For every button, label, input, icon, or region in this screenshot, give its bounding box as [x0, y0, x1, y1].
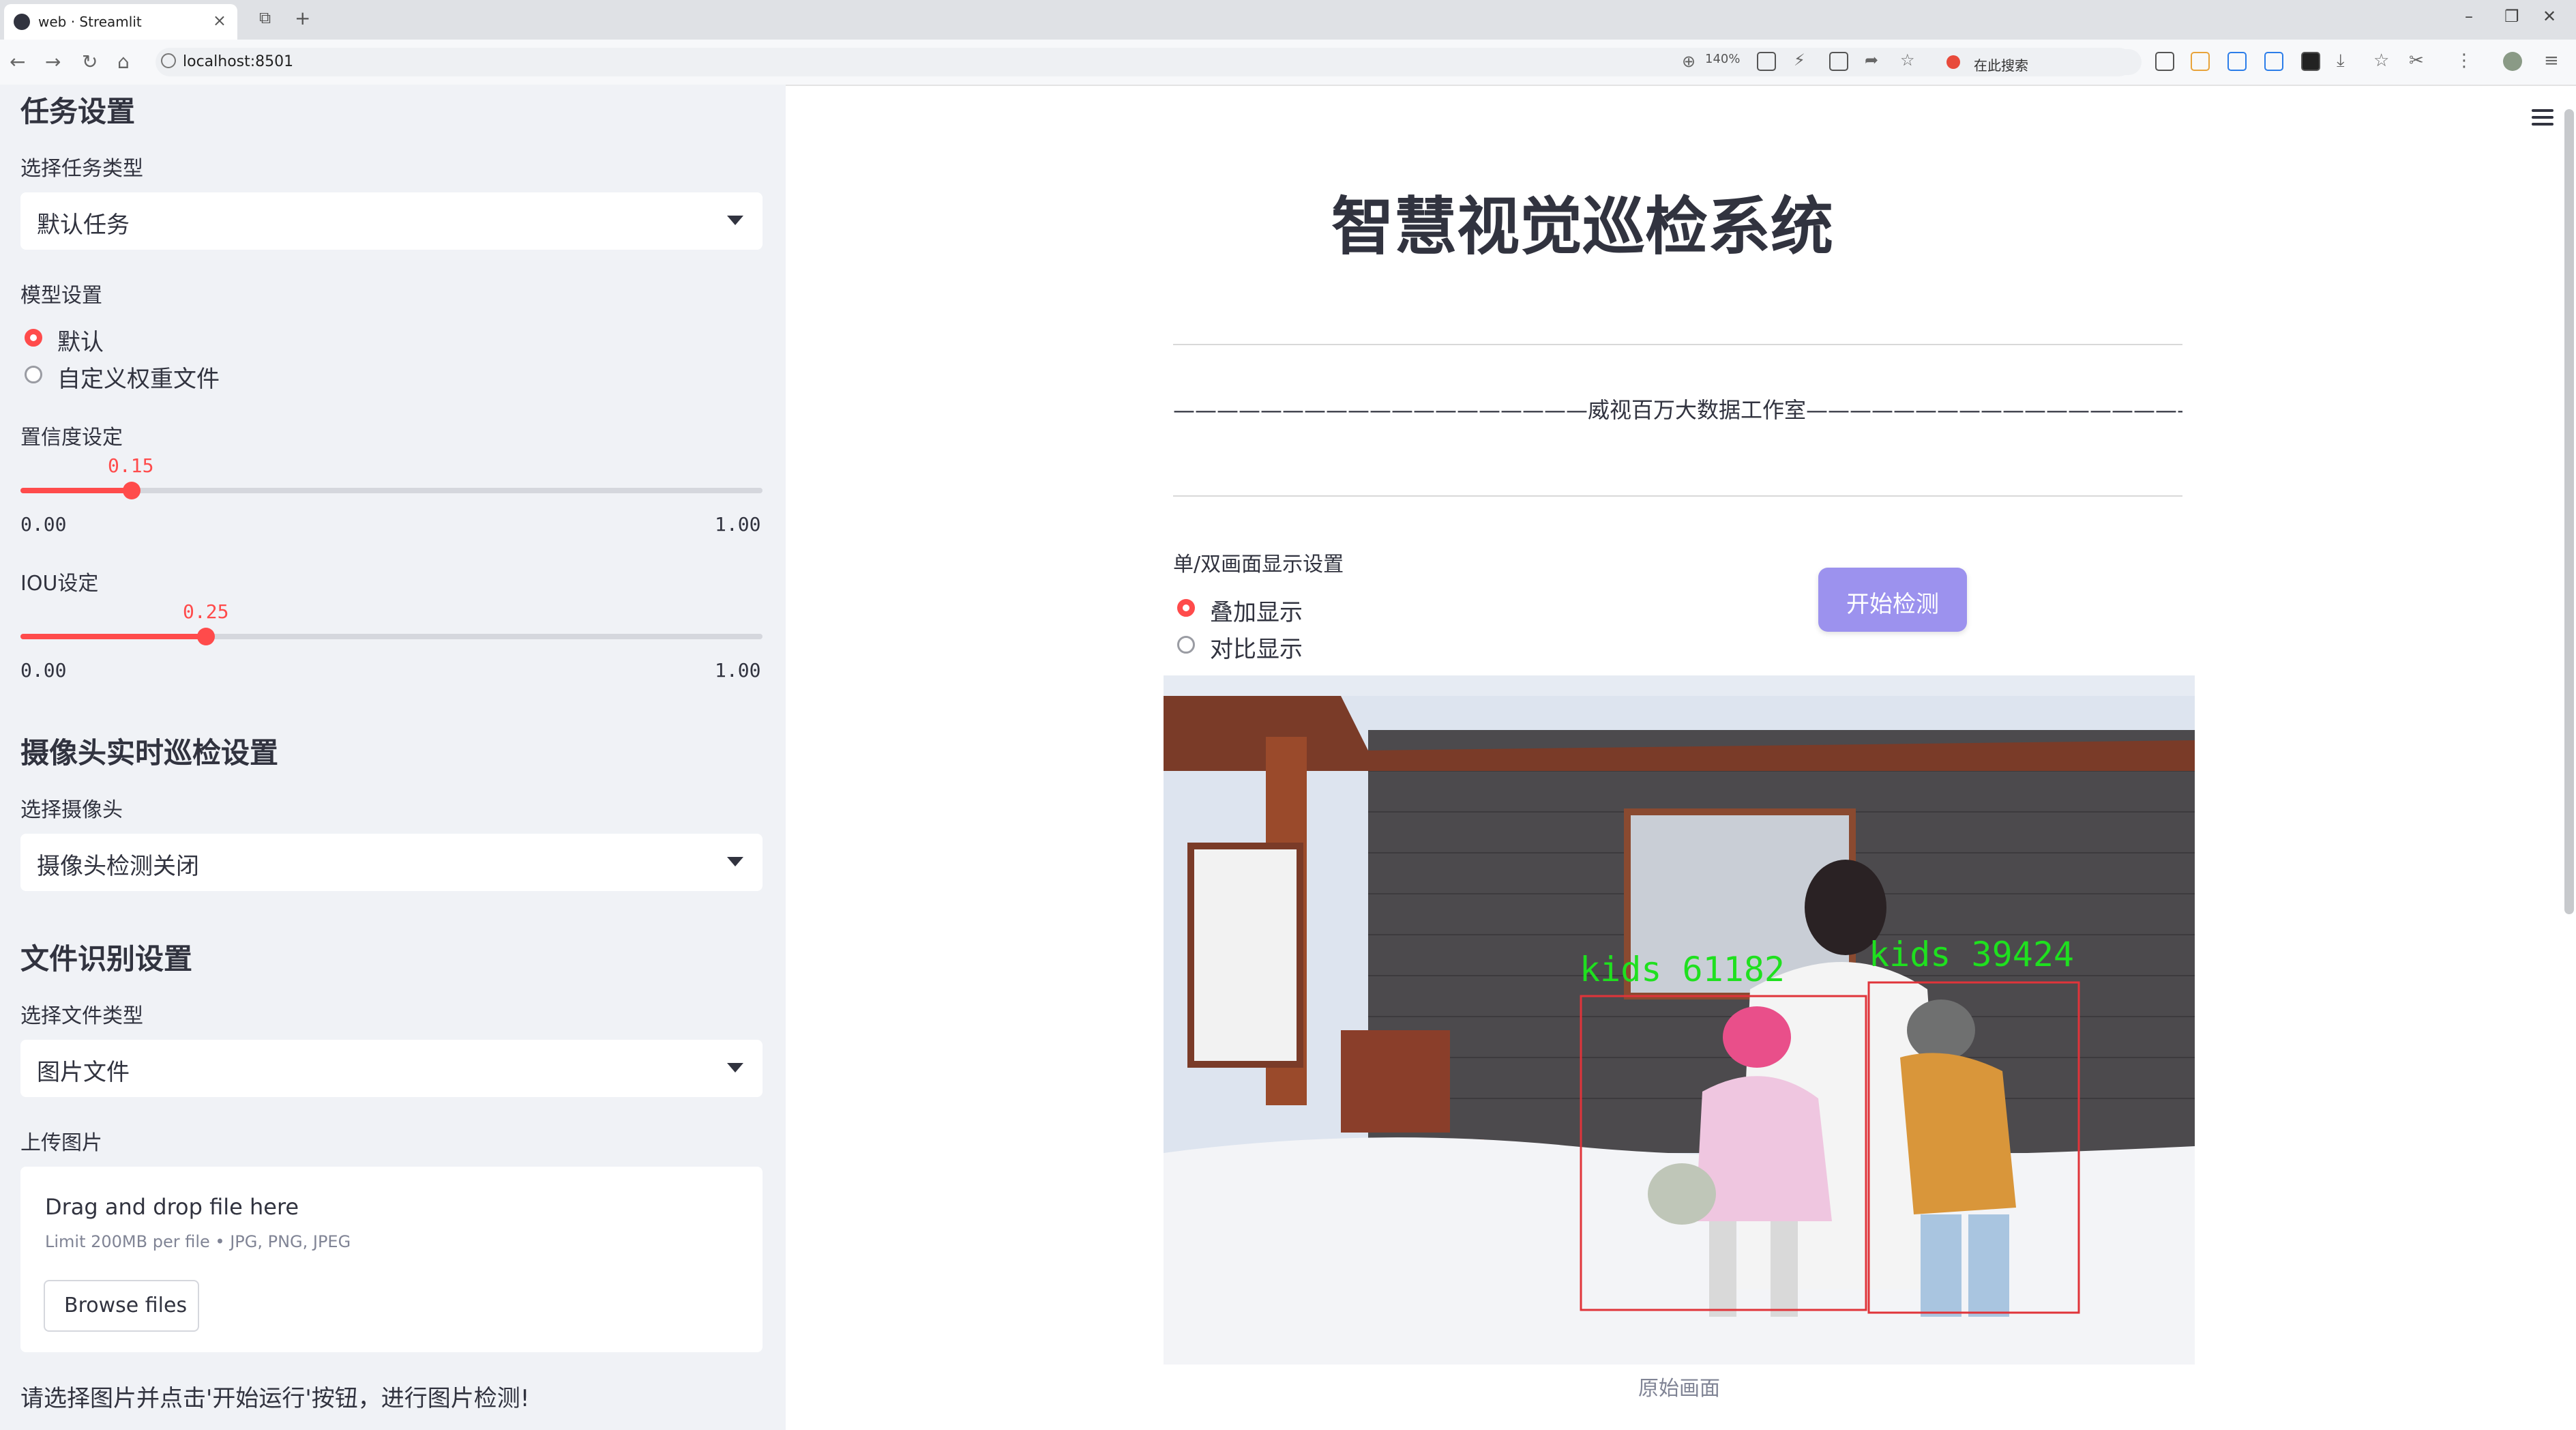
task-type-label: 选择任务类型	[20, 157, 143, 181]
divider-bottom	[1173, 495, 2182, 497]
lightning-icon[interactable]: ⚡	[1794, 50, 1805, 70]
studio-banner: ———————————————————威视百万大数据工作室———————————…	[1173, 397, 2182, 423]
compare-label: 对比显示	[1210, 636, 1303, 663]
tab-title: web · Streamlit	[38, 14, 142, 30]
model-settings-label: 模型设置	[20, 284, 102, 308]
compare-radio[interactable]	[1177, 636, 1195, 654]
phone-icon[interactable]	[2155, 52, 2174, 71]
overlay-label: 叠加显示	[1210, 599, 1303, 626]
iou-slider-track[interactable]	[20, 634, 763, 639]
overlay-radio[interactable]	[1177, 599, 1195, 617]
search-placeholder: 在此搜索	[1974, 57, 2028, 74]
camera-select[interactable]: 摄像头检测关闭	[20, 834, 763, 891]
detection-label-1: kids 61182	[1580, 950, 1785, 989]
file-settings-header: 文件识别设置	[20, 942, 193, 976]
chevron-down-icon	[727, 1063, 743, 1072]
start-detection-button[interactable]: 开始检测	[1818, 568, 1967, 632]
task-type-select[interactable]: 默认任务	[20, 192, 763, 250]
upload-label: 上传图片	[20, 1131, 102, 1155]
model-custom-label: 自定义权重文件	[57, 366, 220, 393]
page-title: 智慧视觉巡检系统	[1331, 190, 1833, 263]
upload-drag-text: Drag and drop file here	[45, 1194, 299, 1220]
more-icon[interactable]: ⋮	[2455, 50, 2473, 71]
screenshot-icon[interactable]	[1829, 52, 1848, 71]
browser-tab[interactable]: web · Streamlit ×	[4, 4, 237, 40]
upload-hint: 请选择图片并点击'开始运行'按钮，进行图片检测!	[20, 1385, 530, 1412]
camera-settings-header: 摄像头实时巡检设置	[20, 736, 279, 770]
browser-tab-bar	[0, 0, 2576, 40]
iou-max: 1.00	[715, 659, 761, 682]
iou-min: 0.00	[20, 659, 67, 682]
hamburger-menu-icon[interactable]	[2532, 109, 2553, 126]
task-type-value: 默认任务	[37, 211, 130, 239]
favorites-icon[interactable]: ☆	[2373, 50, 2389, 71]
file-type-select[interactable]: 图片文件	[20, 1040, 763, 1097]
display-mode-label: 单/双画面显示设置	[1173, 553, 1344, 577]
image-caption: 原始画面	[1638, 1377, 1720, 1401]
cut-icon[interactable]: ✂	[2409, 50, 2424, 71]
confidence-slider-thumb[interactable]	[123, 482, 140, 499]
forward-icon[interactable]: →	[45, 50, 61, 73]
download-icon[interactable]: ⤓	[2337, 50, 2345, 72]
tab-groups-icon[interactable]: ⧉	[259, 8, 271, 27]
site-info-icon[interactable]	[161, 53, 176, 68]
browse-files-label: Browse files	[64, 1294, 188, 1317]
bookmark-star-icon[interactable]: ☆	[1900, 50, 1915, 70]
iou-slider-thumb[interactable]	[197, 628, 215, 645]
chevron-down-icon	[727, 857, 743, 866]
task-settings-header: 任务设置	[20, 95, 136, 128]
new-tab-icon[interactable]: +	[295, 7, 310, 29]
chevron-down-icon	[727, 216, 743, 225]
share-icon[interactable]: ➦	[1865, 50, 1878, 70]
iou-label: IOU设定	[20, 572, 99, 596]
close-tab-icon[interactable]: ×	[213, 11, 226, 30]
camera-value: 摄像头检测关闭	[37, 853, 199, 880]
confidence-value: 0.15	[108, 454, 154, 477]
file-type-value: 图片文件	[37, 1059, 130, 1086]
minimize-icon[interactable]: –	[2465, 7, 2473, 26]
detection-image: kids 61182 kids 39424	[1164, 675, 2195, 1365]
browser-menu-icon[interactable]: ≡	[2544, 50, 2559, 71]
model-custom-radio[interactable]	[25, 366, 42, 383]
url-text: localhost:8501	[183, 53, 294, 70]
reload-icon[interactable]: ↻	[82, 50, 98, 73]
streamlit-favicon-icon	[14, 14, 30, 30]
upload-limit-text: Limit 200MB per file • JPG, PNG, JPEG	[45, 1232, 351, 1251]
home-icon[interactable]: ⌂	[117, 50, 130, 73]
iou-slider-fill	[20, 634, 206, 639]
confidence-slider-fill	[20, 488, 132, 493]
zoom-level: 140%	[1705, 52, 1741, 66]
file-type-label: 选择文件类型	[20, 1004, 143, 1028]
restore-icon[interactable]: ❐	[2504, 7, 2519, 26]
confidence-min: 0.00	[20, 513, 67, 536]
translate-icon[interactable]	[1757, 52, 1776, 71]
extension-d-icon[interactable]	[2301, 52, 2320, 71]
divider-top	[1173, 344, 2182, 345]
file-uploader-dropzone[interactable]: Drag and drop file here Limit 200MB per …	[20, 1167, 763, 1352]
extension-b-icon[interactable]	[2227, 52, 2247, 71]
scrollbar[interactable]	[2564, 109, 2574, 914]
iou-value: 0.25	[183, 600, 229, 623]
profile-avatar[interactable]	[2503, 52, 2522, 71]
camera-label: 选择摄像头	[20, 798, 123, 822]
model-default-radio[interactable]	[25, 329, 42, 347]
back-icon[interactable]: ←	[10, 50, 25, 73]
search-engine-icon	[1946, 55, 1960, 69]
confidence-label: 置信度设定	[20, 426, 123, 450]
detection-label-2: kids 39424	[1869, 935, 2074, 974]
zoom-icon[interactable]: ⊕	[1682, 52, 1696, 71]
extension-c-icon[interactable]	[2264, 52, 2283, 71]
confidence-max: 1.00	[715, 513, 761, 536]
start-detection-label: 开始检测	[1846, 591, 1939, 618]
extension-a-icon[interactable]	[2191, 52, 2210, 71]
search-box[interactable]: 在此搜索	[1937, 49, 2142, 75]
browse-files-button[interactable]: Browse files	[44, 1280, 199, 1332]
window-close-icon[interactable]: ✕	[2543, 7, 2556, 26]
model-default-label: 默认	[57, 329, 104, 356]
